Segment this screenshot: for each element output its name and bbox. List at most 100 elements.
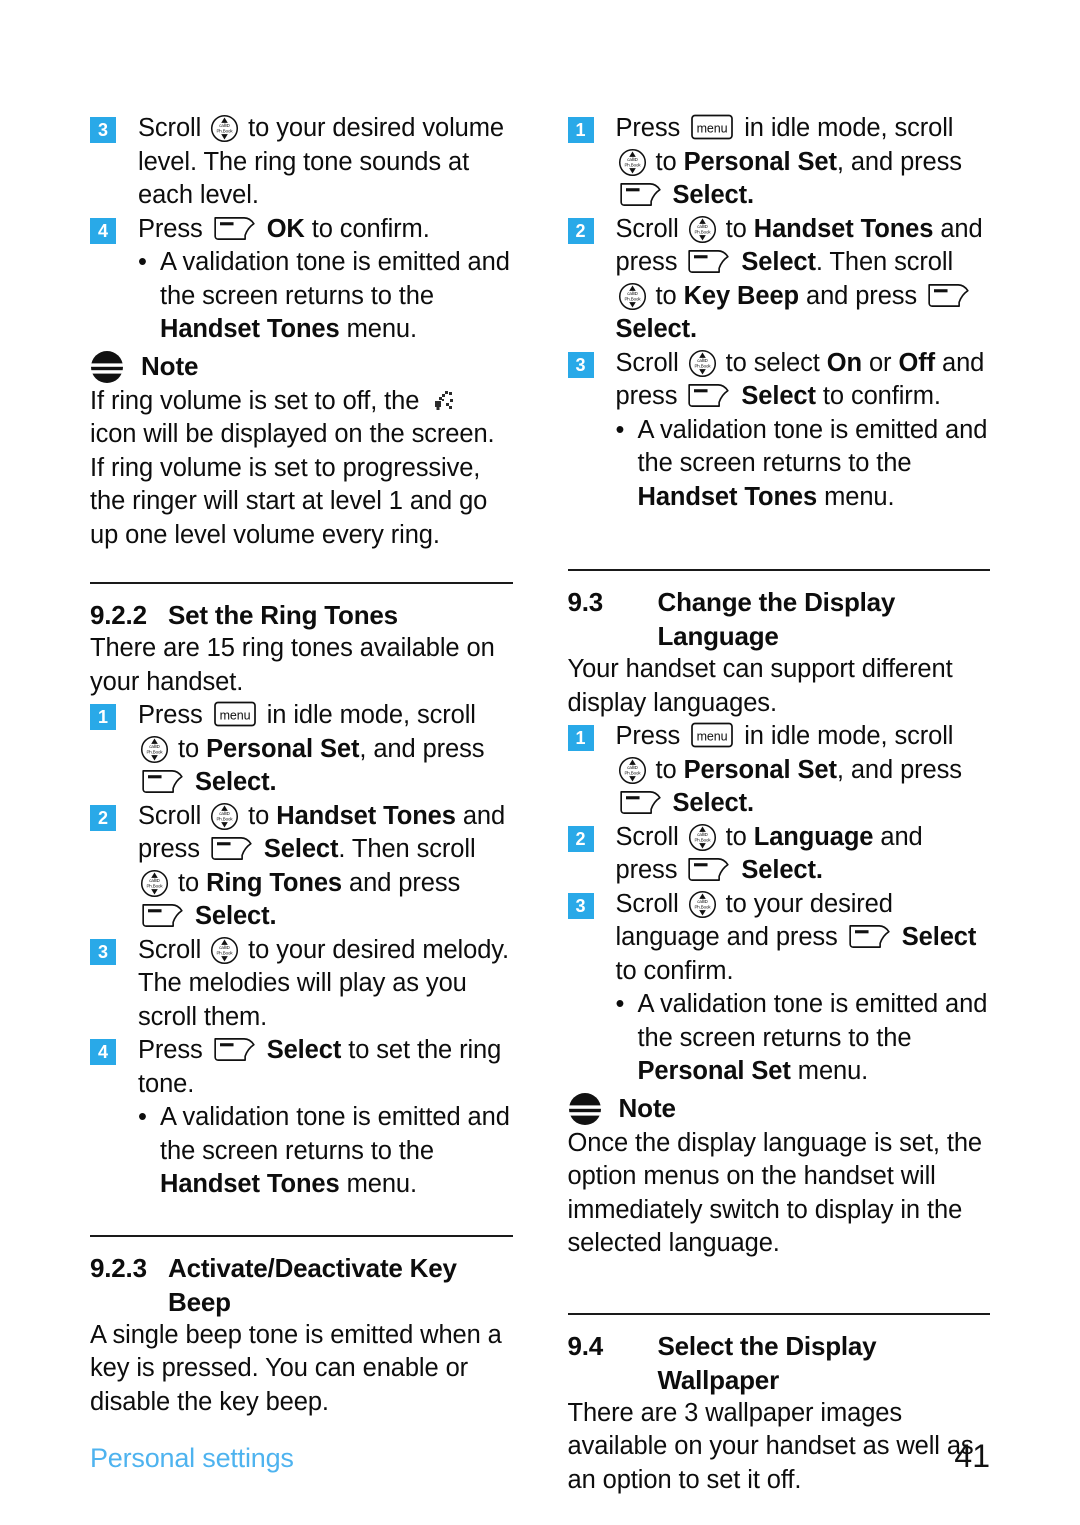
section-title-line2: Beep (168, 1286, 231, 1317)
step-text-part: . Then scroll (815, 248, 954, 276)
navigation-scroll-key-icon: callID Ph.Book (140, 869, 169, 898)
soft-key-icon (618, 788, 663, 817)
note-icon (568, 1092, 602, 1126)
step-number-badge: 1 (567, 117, 594, 143)
svg-text:callID: callID (219, 945, 230, 950)
step-text-part: . (815, 856, 823, 884)
section-divider (567, 569, 990, 571)
step-text-part: and press (806, 281, 918, 310)
step-text-part: . (747, 789, 755, 817)
step-text-part: . (690, 315, 698, 343)
step-text-part: to (178, 868, 200, 897)
section-intro: There are 15 ring tones available on you… (90, 634, 495, 696)
step-text-part: to (655, 147, 677, 176)
step-text: Scroll callID Ph.Book to Handset Tones an… (616, 213, 991, 347)
footer-chapter-label: Personal settings (90, 1443, 294, 1473)
section-heading-923: 9.2.3 Activate/Deactivate Key Beep (90, 1251, 513, 1319)
bullet-text: A validation tone is emitted and the scr… (160, 246, 513, 347)
step-text-bold: OK (266, 214, 305, 243)
step-text: Scroll callID Ph.Book to your desired vol… (138, 112, 513, 213)
ringer-off-icon (431, 387, 457, 415)
step-text-part: . (747, 181, 755, 209)
section-number: 9.4 (567, 1330, 604, 1361)
step-number-badge: 4 (90, 1039, 116, 1065)
step-text-bold: Select (741, 856, 816, 884)
svg-text:callID: callID (627, 765, 638, 770)
bullet-text-part: menu. (346, 315, 417, 343)
step-text: Press Select to set the ring tone. (138, 1034, 513, 1101)
step-text: Scroll callID Ph.Book to your desired lan… (616, 888, 991, 989)
bullet-text-part: menu. (824, 482, 895, 511)
step-text-bold: Select (615, 315, 691, 343)
svg-text:Ph.Book: Ph.Book (217, 816, 234, 821)
step-text-bold: Personal Set (683, 755, 837, 784)
step-number-badge: 2 (567, 217, 594, 244)
step-text-bold: Select (741, 382, 816, 410)
step-text-part: to (178, 734, 200, 763)
step-number-badge: 4 (90, 217, 116, 244)
step-text-bold: Select (672, 789, 748, 817)
step-row: 4 Press Select to set the ring tone. (90, 1034, 513, 1101)
navigation-scroll-key-icon: callID Ph.Book (688, 215, 717, 244)
svg-text:Ph.Book: Ph.Book (694, 229, 711, 234)
section-heading-922: 9.2.2 Set the Ring Tones (90, 598, 513, 632)
step-text-bold: Handset Tones (753, 214, 934, 243)
bullet-text-bold: Personal Set (637, 1057, 791, 1085)
step-text-part: to (655, 281, 677, 310)
note-title: Note (141, 351, 199, 381)
step-text-part: Press (138, 701, 203, 729)
step-text-part: , and press (836, 147, 962, 176)
page-footer: Personal settings 41 (90, 1438, 990, 1475)
svg-text:Ph.Book: Ph.Book (624, 296, 641, 301)
step-row: 2 Scroll callID Ph.Book to Handset Tones … (90, 800, 513, 934)
section-title: Activate/Deactivate Key Beep (168, 1251, 513, 1319)
svg-text:callID: callID (697, 899, 708, 904)
navigation-scroll-key-icon: callID Ph.Book (210, 802, 239, 831)
bullet-text-bold: Handset Tones (160, 315, 340, 343)
step-text: Scroll callID Ph.Book to Handset Tones an… (138, 800, 513, 934)
step-text-bold: Select (901, 923, 977, 951)
bullet-text-bold: Handset Tones (637, 482, 818, 511)
svg-text:Ph.Book: Ph.Book (624, 162, 641, 167)
svg-text:callID: callID (697, 358, 708, 363)
step-text-part: Press (138, 1036, 203, 1064)
step-row: 3 Scroll callID Ph.Book to your desired v… (90, 112, 513, 213)
svg-text:Ph.Book: Ph.Book (217, 129, 234, 134)
note-text-part: If ring volume is set to off, the (90, 386, 420, 415)
note-icon (90, 350, 124, 384)
step-row: 4 Press OK to confirm. (90, 213, 513, 247)
step-text-part: Press (138, 214, 203, 243)
note-title: Note (618, 1093, 676, 1123)
step-text-part: , and press (836, 755, 962, 784)
section-body: A single beep tone is emitted when a key… (90, 1320, 502, 1416)
step-text-bold: Handset Tones (276, 801, 456, 830)
section-number: 9.2.3 (90, 1252, 147, 1283)
svg-text:callID: callID (219, 123, 230, 128)
step-text: Scroll callID Ph.Book to your desired mel… (138, 934, 513, 1035)
step-text-part: Scroll (615, 348, 679, 377)
bullet-dot: • (615, 415, 625, 444)
step-text-part: to (655, 755, 677, 784)
bullet-dot: • (615, 990, 625, 1018)
step-text: Press menu in idle mode, scroll callID Ph… (138, 699, 513, 800)
svg-text:callID: callID (627, 291, 638, 296)
step-text-part: , and press (359, 734, 485, 763)
step-text: Press OK to confirm. (138, 213, 513, 247)
soft-key-icon (209, 834, 254, 863)
two-column-layout: 3 Scroll callID Ph.Book to your desired v… (90, 112, 990, 1497)
section-heading-94: 9.4 Select the Display Wallpaper (568, 1329, 991, 1397)
step-number-badge: 3 (567, 892, 594, 919)
step-row: 1 Press menu in idle mode, scroll callID… (90, 699, 513, 800)
step-number-badge: 3 (90, 117, 116, 143)
step-text-part: Scroll (615, 822, 679, 851)
soft-key-icon (212, 1035, 257, 1064)
svg-text:menu: menu (697, 122, 728, 136)
step-text-part: and press (349, 868, 461, 897)
svg-text:Ph.Book: Ph.Book (694, 837, 711, 842)
svg-text:callID: callID (697, 224, 708, 229)
soft-key-icon (847, 922, 892, 951)
step-number-badge: 1 (567, 725, 594, 751)
navigation-scroll-key-icon: callID Ph.Book (140, 735, 169, 764)
svg-text:Ph.Book: Ph.Book (217, 950, 234, 955)
navigation-scroll-key-icon: callID Ph.Book (688, 890, 717, 919)
